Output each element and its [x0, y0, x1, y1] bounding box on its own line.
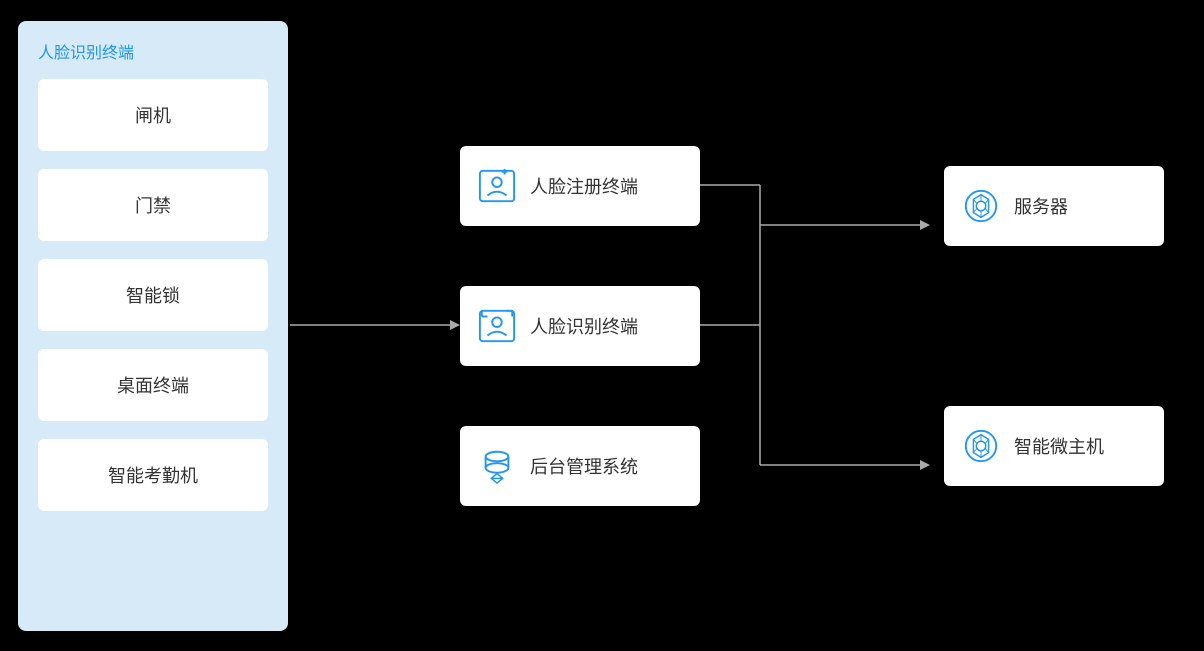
face-register-icon — [478, 167, 516, 205]
face-detect-icon — [478, 307, 516, 345]
mini-host-label: 智能微主机 — [1014, 433, 1104, 459]
left-panel-title: 人脸识别终端 — [38, 39, 268, 63]
item-label: 智能考勤机 — [108, 462, 198, 488]
list-item: 桌面终端 — [38, 349, 268, 421]
main-container: 人脸识别终端 闸机 门禁 智能锁 桌面终端 智能考勤机 — [0, 0, 1204, 651]
face-detect-label: 人脸识别终端 — [530, 313, 638, 339]
list-item: 闸机 — [38, 79, 268, 151]
server-label: 服务器 — [1014, 193, 1068, 219]
backend-label: 后台管理系统 — [530, 453, 638, 479]
left-panel: 人脸识别终端 闸机 门禁 智能锁 桌面终端 智能考勤机 — [18, 21, 288, 631]
face-register-box: 人脸注册终端 — [460, 146, 700, 226]
right-section: 服务器 智能微主机 — [944, 166, 1164, 486]
server-icon — [962, 187, 1000, 225]
database-icon — [478, 447, 516, 485]
item-label: 桌面终端 — [117, 372, 189, 398]
item-label: 智能锁 — [126, 282, 180, 308]
mini-host-icon — [962, 427, 1000, 465]
item-label: 门禁 — [135, 192, 171, 218]
list-item: 智能锁 — [38, 259, 268, 331]
list-item: 智能考勤机 — [38, 439, 268, 511]
face-register-label: 人脸注册终端 — [530, 173, 638, 199]
server-box: 服务器 — [944, 166, 1164, 246]
face-detect-box: 人脸识别终端 — [460, 286, 700, 366]
middle-section: 人脸注册终端 人脸识别终端 — [460, 146, 700, 506]
list-item: 门禁 — [38, 169, 268, 241]
item-label: 闸机 — [135, 102, 171, 128]
backend-system-box: 后台管理系统 — [460, 426, 700, 506]
mini-host-box: 智能微主机 — [944, 406, 1164, 486]
